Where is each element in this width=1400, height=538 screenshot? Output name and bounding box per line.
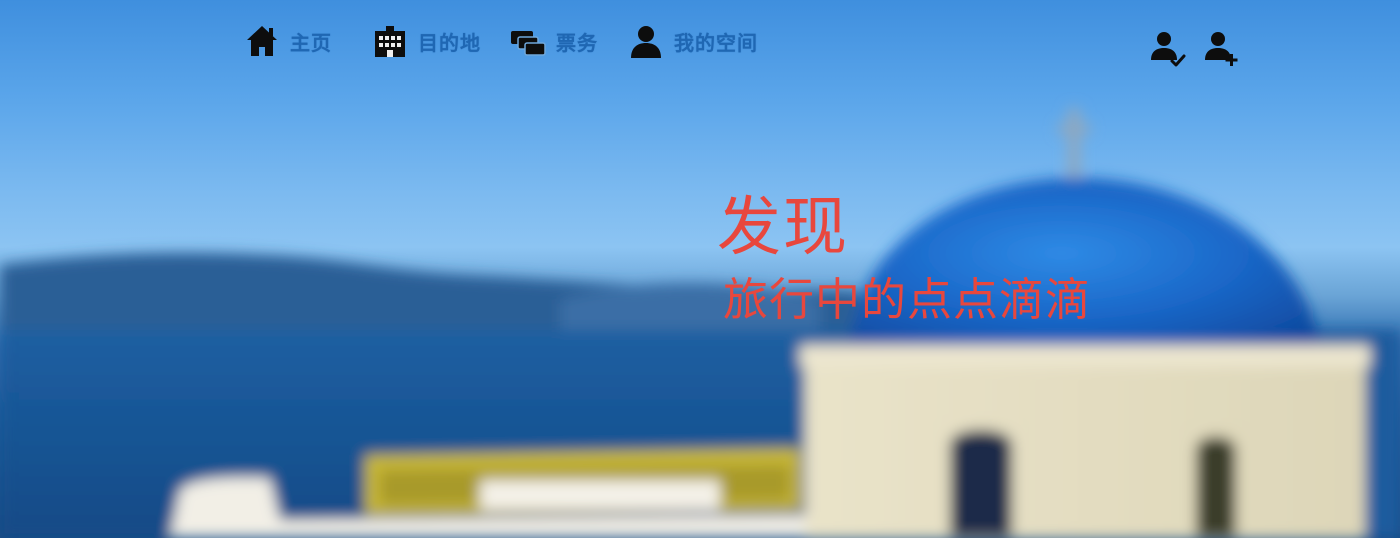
hero-subtitle: 旅行中的点点滴滴	[723, 273, 1092, 326]
user-plus-icon	[1204, 28, 1242, 70]
nav-item-home[interactable]: 主页	[244, 20, 332, 62]
user-icon	[628, 23, 664, 59]
nav-item-my-space[interactable]: 我的空间	[628, 20, 758, 62]
user-check-icon	[1149, 28, 1187, 70]
home-icon	[244, 23, 280, 59]
hero-banner: 主页 目的地 票务 我的空间 发现 旅行中的点点滴滴	[0, 0, 1400, 538]
nav-label-destinations: 目的地	[418, 30, 481, 55]
nav-label-home: 主页	[290, 30, 332, 55]
nav-label-tickets: 票务	[556, 30, 598, 55]
hero-title: 发现	[717, 191, 849, 265]
register-button[interactable]	[1204, 28, 1242, 70]
login-button[interactable]	[1149, 28, 1187, 70]
nav-label-my-space: 我的空间	[674, 30, 758, 55]
nav-item-tickets[interactable]: 票务	[510, 20, 598, 62]
tickets-icon	[510, 23, 546, 59]
nav-item-destinations[interactable]: 目的地	[372, 20, 481, 62]
building-icon	[372, 23, 408, 59]
top-navigation: 主页 目的地 票务 我的空间	[0, 0, 1400, 80]
hero-background-image	[0, 108, 1400, 538]
